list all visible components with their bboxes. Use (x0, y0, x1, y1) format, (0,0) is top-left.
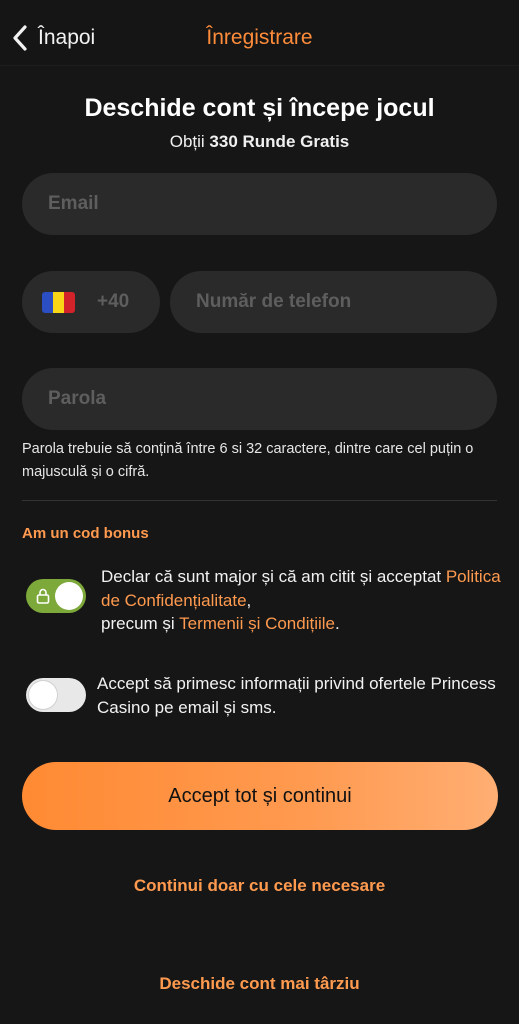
headline: Deschide cont și începe jocul (84, 94, 435, 122)
registration-form: Deschide cont și începe jocul Obții 330 … (0, 66, 519, 1024)
page-title: Înregistrare (206, 26, 313, 49)
country-prefix: +40 (97, 291, 130, 312)
marketing-toggle[interactable] (26, 678, 86, 712)
flag-stripe-blue (42, 291, 53, 313)
email-field[interactable] (22, 173, 497, 235)
continue-necessary-button[interactable]: Continui doar cu cele necesare (0, 876, 519, 896)
romania-flag-icon (42, 291, 75, 313)
marketing-consent-text: Accept să primesc informații privind ofe… (97, 674, 496, 717)
terms-toggle[interactable] (26, 579, 86, 613)
flag-stripe-yellow (53, 291, 64, 313)
password-input[interactable] (48, 388, 497, 410)
bonus-code-link[interactable]: Am un cod bonus (22, 525, 149, 542)
accept-all-button[interactable]: Accept tot și continui (22, 762, 498, 830)
terms-conditions-link[interactable]: Termenii și Condițiile (179, 614, 335, 633)
flag-stripe-red (64, 291, 75, 313)
terms-text-part3: . (335, 614, 340, 633)
lock-icon (36, 588, 50, 604)
terms-text-part1: Declar că sunt major și că am citit și a… (101, 567, 446, 586)
terms-consent-text: Declar că sunt major și că am citit și a… (101, 565, 501, 636)
password-hint: Parola trebuie să conțină între 6 si 32 … (22, 441, 474, 480)
top-bar: Înapoi Înregistrare (0, 0, 519, 66)
phone-field[interactable] (170, 271, 497, 333)
toggle-knob (55, 582, 83, 610)
email-input[interactable] (48, 193, 497, 215)
country-code-selector[interactable]: +40 (22, 271, 160, 333)
free-spins-label: 330 Runde Gratis (209, 132, 350, 151)
password-field[interactable] (22, 368, 497, 430)
phone-input[interactable] (196, 291, 497, 313)
divider (22, 500, 497, 501)
subheadline-prefix: Obții (169, 132, 210, 151)
subheadline: Obții 330 Runde Gratis (0, 132, 519, 152)
toggle-knob (29, 681, 57, 709)
register-later-button[interactable]: Deschide cont mai târziu (0, 974, 519, 994)
